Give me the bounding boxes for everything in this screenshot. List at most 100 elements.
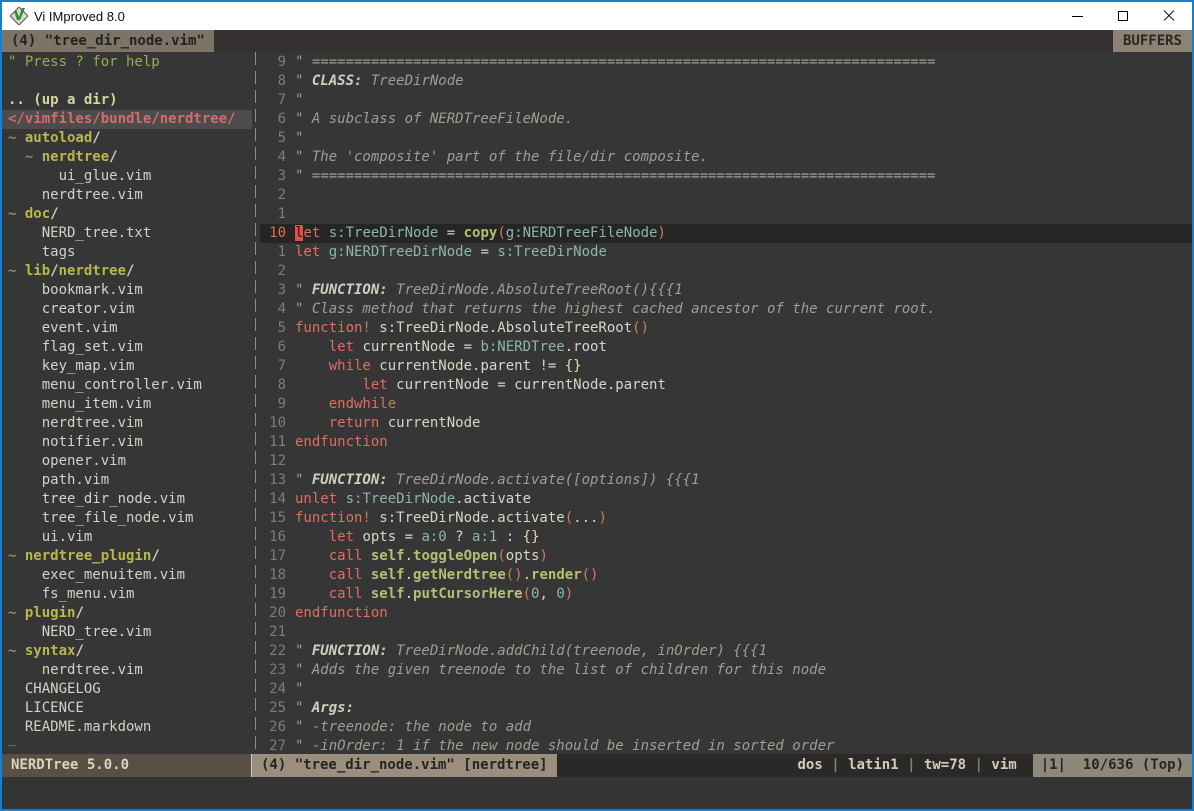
code-line[interactable]: 4" Class method that returns the highest… — [260, 300, 1192, 319]
code-line[interactable]: 2 — [260, 262, 1192, 281]
tree-item[interactable]: ~ plugin/ — [2, 604, 252, 623]
vim-window: Vi IMproved 8.0 (4) "tree_dir_node.vim" … — [0, 0, 1194, 811]
code-line[interactable]: 8" CLASS: TreeDirNode — [260, 72, 1192, 91]
code-line[interactable]: 7" — [260, 91, 1192, 110]
code-line[interactable]: 16 let opts = a:0 ? a:1 : {} — [260, 528, 1192, 547]
line-number: 23 — [260, 661, 286, 680]
tree-item[interactable]: .. (up a dir) — [2, 91, 252, 110]
code-text: return currentNode — [295, 414, 480, 433]
code-text: let g:NERDTreeDirNode = s:TreeDirNode — [295, 243, 607, 262]
tab-tree-dir-node[interactable]: (4) "tree_dir_node.vim" — [2, 30, 214, 52]
code-line[interactable]: 27" -inOrder: 1 if the new node should b… — [260, 737, 1192, 754]
tree-item[interactable]: ui.vim — [2, 528, 252, 547]
code-line[interactable]: 22" FUNCTION: TreeDirNode.addChild(treen… — [260, 642, 1192, 661]
code-line[interactable]: 6 let currentNode = b:NERDTree.root — [260, 338, 1192, 357]
code-text: unlet s:TreeDirNode.activate — [295, 490, 531, 509]
minimize-button[interactable] — [1054, 2, 1100, 30]
tree-item[interactable]: tree_dir_node.vim — [2, 490, 252, 509]
code-line[interactable]: 8 let currentNode = currentNode.parent — [260, 376, 1192, 395]
code-line[interactable]: 2 — [260, 186, 1192, 205]
code-line[interactable]: 23" Adds the given treenode to the list … — [260, 661, 1192, 680]
tree-item[interactable]: notifier.vim — [2, 433, 252, 452]
line-number: 7 — [260, 357, 286, 376]
tree-item[interactable]: creator.vim — [2, 300, 252, 319]
code-text: call self.getNerdtree().render() — [295, 566, 598, 585]
code-line[interactable]: 24" — [260, 680, 1192, 699]
close-button[interactable] — [1146, 2, 1192, 30]
code-line[interactable]: 19 call self.putCursorHere(0, 0) — [260, 585, 1192, 604]
tree-item[interactable]: ui_glue.vim — [2, 167, 252, 186]
tree-item[interactable]: LICENCE — [2, 699, 252, 718]
tree-item[interactable]: README.markdown — [2, 718, 252, 737]
code-line[interactable]: 6" A subclass of NERDTreeFileNode. — [260, 110, 1192, 129]
line-number: 27 — [260, 737, 286, 754]
minimize-icon — [1072, 16, 1083, 17]
tree-item[interactable]: nerdtree.vim — [2, 186, 252, 205]
code-text: call self.putCursorHere(0, 0) — [295, 585, 573, 604]
tree-item[interactable]: opener.vim — [2, 452, 252, 471]
code-line[interactable]: 1let g:NERDTreeDirNode = s:TreeDirNode — [260, 243, 1192, 262]
code-line[interactable]: 4" The 'composite' part of the file/dir … — [260, 148, 1192, 167]
tree-item[interactable]: ~ nerdtree/ — [2, 148, 252, 167]
tree-item[interactable]: ~ nerdtree_plugin/ — [2, 547, 252, 566]
tree-item[interactable]: tree_file_node.vim — [2, 509, 252, 528]
tree-item[interactable]: key_map.vim — [2, 357, 252, 376]
code-line[interactable]: 17 call self.toggleOpen(opts) — [260, 547, 1192, 566]
code-line[interactable]: 18 call self.getNerdtree().render() — [260, 566, 1192, 585]
tree-item[interactable]: exec_menuitem.vim — [2, 566, 252, 585]
code-line[interactable]: 20endfunction — [260, 604, 1192, 623]
code-line[interactable]: 26" -treenode: the node to add — [260, 718, 1192, 737]
line-number: 15 — [260, 509, 286, 528]
tree-item[interactable]: tags — [2, 243, 252, 262]
tree-item[interactable]: menu_controller.vim — [2, 376, 252, 395]
maximize-button[interactable] — [1100, 2, 1146, 30]
code-line[interactable]: 3" FUNCTION: TreeDirNode.AbsoluteTreeRoo… — [260, 281, 1192, 300]
tree-item[interactable]: NERD_tree.txt — [2, 224, 252, 243]
code-line[interactable]: 10 return currentNode — [260, 414, 1192, 433]
code-line[interactable]: 21 — [260, 623, 1192, 642]
code-line[interactable]: 14 unlet s:TreeDirNode.activate — [260, 490, 1192, 509]
code-line[interactable]: 1 — [260, 205, 1192, 224]
code-line[interactable]: 5" — [260, 129, 1192, 148]
editor-panel[interactable]: 9" =====================================… — [260, 52, 1192, 754]
tree-item[interactable]: event.vim — [2, 319, 252, 338]
line-number: 4 — [260, 300, 286, 319]
tree-item[interactable]: menu_item.vim — [2, 395, 252, 414]
line-number: 22 — [260, 642, 286, 661]
line-number: 14 — [260, 490, 286, 509]
command-line[interactable] — [2, 777, 1192, 809]
line-number: 18 — [260, 566, 286, 585]
code-line[interactable]: 15function! s:TreeDirNode.activate(...) — [260, 509, 1192, 528]
code-line[interactable]: 9 endwhile — [260, 395, 1192, 414]
code-line-current[interactable]: 10let s:TreeDirNode = copy(g:NERDTreeFil… — [260, 224, 1192, 243]
code-line[interactable]: 9" =====================================… — [260, 53, 1192, 72]
tree-item[interactable]: ~ syntax/ — [2, 642, 252, 661]
tree-item[interactable]: bookmark.vim — [2, 281, 252, 300]
code-line[interactable]: 13" FUNCTION: TreeDirNode.activate([opti… — [260, 471, 1192, 490]
line-number: 10 — [260, 224, 286, 243]
tree-item[interactable]: fs_menu.vim — [2, 585, 252, 604]
code-line[interactable]: 7 while currentNode.parent != {} — [260, 357, 1192, 376]
line-number: 20 — [260, 604, 286, 623]
tree-item[interactable]: nerdtree.vim — [2, 414, 252, 433]
code-line[interactable]: 25" Args: — [260, 699, 1192, 718]
tree-item[interactable]: path.vim — [2, 471, 252, 490]
tree-item[interactable] — [2, 72, 252, 91]
code-text: " — [295, 91, 303, 110]
line-number: 4 — [260, 148, 286, 167]
tree-item[interactable]: ~ doc/ — [2, 205, 252, 224]
code-line[interactable]: 3" =====================================… — [260, 167, 1192, 186]
tree-item[interactable]: ~ autoload/ — [2, 129, 252, 148]
code-line[interactable]: 12 — [260, 452, 1192, 471]
tree-root-item[interactable]: </vimfiles/bundle/nerdtree/ — [2, 110, 252, 129]
tree-item[interactable]: " Press ? for help — [2, 53, 252, 72]
code-line[interactable]: 5function! s:TreeDirNode.AbsoluteTreeRoo… — [260, 319, 1192, 338]
tree-item[interactable]: ~ lib/nerdtree/ — [2, 262, 252, 281]
tree-item[interactable]: flag_set.vim — [2, 338, 252, 357]
tree-item[interactable]: NERD_tree.vim — [2, 623, 252, 642]
tree-item[interactable]: ~ — [2, 737, 252, 754]
tree-item[interactable]: nerdtree.vim — [2, 661, 252, 680]
tree-item[interactable]: CHANGELOG — [2, 680, 252, 699]
code-text: call self.toggleOpen(opts) — [295, 547, 548, 566]
code-line[interactable]: 11endfunction — [260, 433, 1192, 452]
